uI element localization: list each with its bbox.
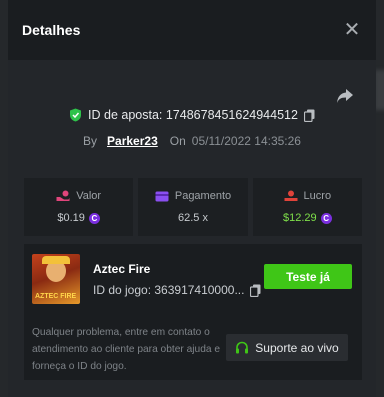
- copy-icon[interactable]: [303, 109, 315, 122]
- copy-icon[interactable]: [250, 284, 261, 297]
- coin-icon: C: [88, 212, 100, 224]
- card-icon: [155, 191, 169, 201]
- modal-body: ID de aposta: 1748678451624944512 By Par…: [8, 60, 376, 397]
- close-icon[interactable]: ✕: [342, 20, 362, 40]
- bet-date: 05/11/2022 14:35:26: [191, 134, 301, 148]
- username-link[interactable]: Parker23: [107, 134, 158, 148]
- game-id: ID do jogo: 363917410000...: [93, 283, 245, 297]
- headset-icon: [236, 341, 249, 353]
- game-thumbnail[interactable]: AZTEC FIRE: [32, 254, 80, 304]
- verified-shield-icon: [70, 108, 82, 122]
- bet-stats: Valor $0.19 C Pagamento 62.5 x Lucro $12…: [24, 178, 362, 236]
- try-game-button[interactable]: Teste já: [264, 264, 352, 289]
- coin-icon: C: [320, 212, 332, 224]
- bettor-row: By Parker23 On 05/11/2022 14:35:26: [8, 134, 376, 148]
- modal-title: Detalhes: [22, 22, 81, 38]
- stat-amount: $12.29: [282, 212, 317, 224]
- stat-amount: 62.5 x: [178, 212, 208, 224]
- stat-amount: $0.19: [57, 212, 85, 224]
- bet-id-row: ID de aposta: 1748678451624944512: [8, 108, 376, 122]
- stat-label: Lucro: [303, 190, 332, 202]
- stat-payout: Pagamento 62.5 x: [138, 178, 248, 236]
- game-logo-text: AZTEC FIRE: [35, 293, 77, 300]
- stat-label: Valor: [76, 190, 102, 202]
- stat-profit: Lucro $12.29 C: [252, 178, 362, 236]
- money-hand-icon: [56, 190, 70, 201]
- on-label: On: [169, 134, 186, 148]
- support-label: Suporte ao vivo: [255, 340, 339, 355]
- stat-value: Valor $0.19 C: [24, 178, 134, 236]
- game-name: Aztec Fire: [93, 262, 151, 276]
- share-icon[interactable]: [336, 88, 354, 104]
- bet-id: ID de aposta: 1748678451624944512: [88, 108, 298, 122]
- modal-header: Detalhes ✕: [8, 0, 376, 60]
- live-support-button[interactable]: Suporte ao vivo: [226, 334, 348, 361]
- stat-label: Pagamento: [174, 190, 232, 202]
- profit-icon: [284, 190, 298, 201]
- by-label: By: [83, 134, 98, 148]
- bet-details-modal: Detalhes ✕ ID de aposta: 174867845162494…: [8, 0, 376, 397]
- help-text: Qualquer problema, entre em contato o at…: [32, 327, 221, 372]
- game-card: AZTEC FIRE Aztec Fire ID do jogo: 363917…: [24, 244, 362, 380]
- game-id-row: ID do jogo: 363917410000...: [93, 283, 261, 297]
